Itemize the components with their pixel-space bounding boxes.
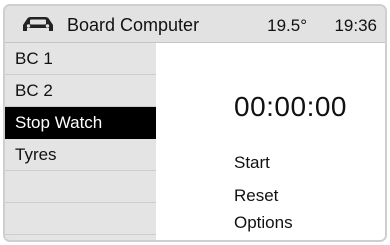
options-option[interactable]: Options xyxy=(234,213,293,233)
menu-item-bc-2[interactable]: BC 2 xyxy=(5,75,156,107)
board-computer-screen: Board Computer 19.5° 19:36 BC 1 BC 2 Sto… xyxy=(3,4,387,242)
menu-item-stop-watch[interactable]: Stop Watch xyxy=(5,107,156,139)
header-bar: Board Computer 19.5° 19:36 xyxy=(5,6,385,43)
reset-option[interactable]: Reset xyxy=(234,186,278,206)
car-icon xyxy=(23,17,53,31)
start-option[interactable]: Start xyxy=(234,153,270,173)
clock-time: 19:36 xyxy=(334,16,377,35)
menu-item-tyres[interactable]: Tyres xyxy=(5,139,156,171)
stopwatch-display: 00:00:00 xyxy=(234,91,347,122)
stopwatch-panel: 00:00:00 Start Reset Options xyxy=(156,43,385,240)
page-title: Board Computer xyxy=(67,15,200,35)
outside-temperature: 19.5° xyxy=(267,16,307,35)
menu-item-empty xyxy=(5,171,156,203)
menu-item-empty xyxy=(5,203,156,235)
menu-item-bc-1[interactable]: BC 1 xyxy=(5,43,156,75)
sidebar-menu: BC 1 BC 2 Stop Watch Tyres xyxy=(5,43,156,240)
